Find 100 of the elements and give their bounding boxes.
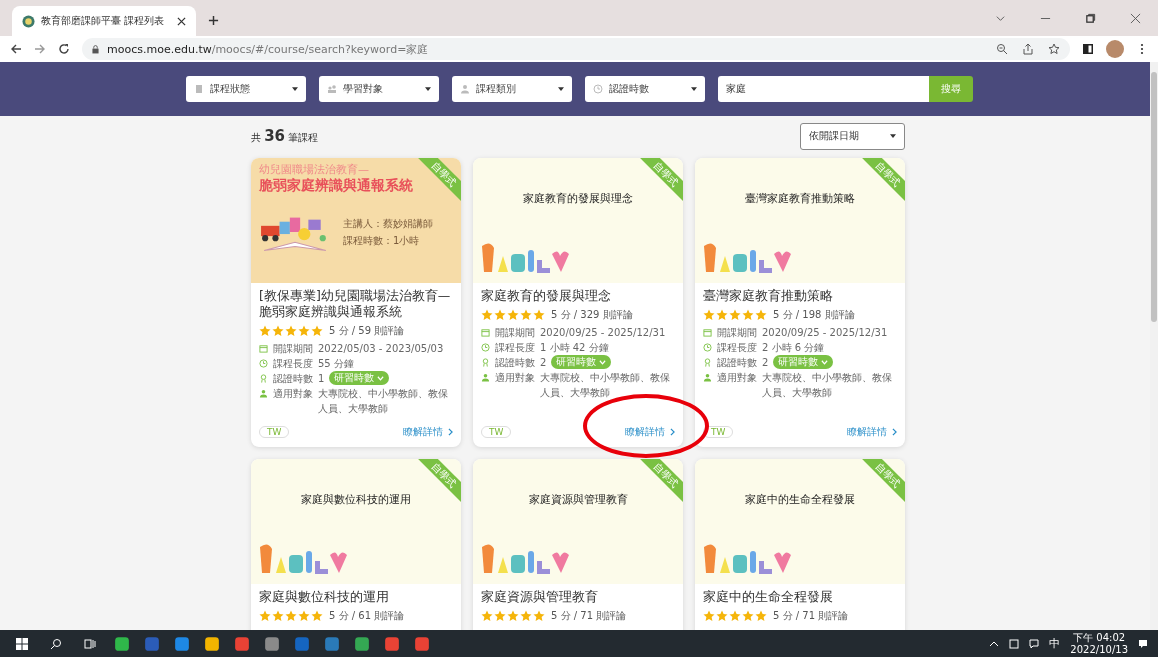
chevron-right-icon[interactable]	[892, 428, 897, 436]
course-card[interactable]: 臺灣家庭教育推動策略 自學式 臺灣家庭教育推動策略 5 分 / 198 則評論 開課期間 2020/09/25 - 2025/12/31 課程長度 2 小時 6 分鐘 認證時數 2 研習時數 適用對象 大專院校、中小學教師、教保人員、大學教師 TW 瞭解詳情	[695, 158, 905, 447]
input-method-indicator[interactable]: 中	[1049, 636, 1061, 651]
address-bar[interactable]: moocs.moe.edu.tw/moocs/#/course/search?keyword=家庭	[82, 38, 1070, 60]
star-icon	[729, 309, 741, 321]
info-label: 適用對象	[273, 387, 313, 401]
chevron-right-icon[interactable]	[448, 428, 453, 436]
star-icon	[742, 309, 754, 321]
course-card[interactable]: 家庭教育的發展與理念 自學式 家庭教育的發展與理念 5 分 / 329 則評論 開課期間 2020/09/25 - 2025/12/31 課程長度 1 小時 42 分鐘 認證時數 2 研習時數 適用對象 大專院校、中小學教師、教保人員、大學教師 TW 瞭解詳情	[473, 158, 683, 447]
cover-title: 臺灣家庭教育推動策略	[745, 192, 855, 206]
windows-logo-icon[interactable]	[16, 637, 28, 650]
app-icon[interactable]	[384, 635, 400, 652]
restore-icon[interactable]	[1085, 13, 1096, 24]
star-icon	[507, 309, 519, 321]
course-title[interactable]: 家庭資源與管理教育	[481, 589, 675, 605]
new-tab-icon[interactable]	[208, 15, 219, 26]
info-value: 1 小時 42 分鐘	[540, 341, 609, 355]
rating-text: 5 分 / 71 則評論	[773, 609, 849, 623]
star-icon	[494, 610, 506, 622]
star-outline-icon[interactable]	[1048, 43, 1060, 55]
cover-title: 家庭資源與管理教育	[528, 493, 628, 507]
app-icon[interactable]	[354, 635, 370, 652]
app-icon[interactable]	[414, 635, 430, 652]
site-logo-icon	[22, 14, 35, 28]
course-title[interactable]: 家庭中的生命全程發展	[703, 589, 897, 605]
info-value: 2	[762, 356, 769, 370]
filter-dropdown[interactable]: 學習對象	[318, 76, 439, 102]
info-value: 1	[318, 372, 325, 386]
reload-icon[interactable]	[58, 43, 70, 55]
scrollbar[interactable]	[1150, 62, 1158, 630]
cover-title: 幼兒園職場法治教育—	[259, 162, 369, 177]
back-arrow-icon[interactable]	[10, 43, 22, 55]
star-icon	[298, 610, 310, 622]
course-card[interactable]: 家庭中的生命全程發展 自學式 家庭中的生命全程發展 5 分 / 71 則評論	[695, 459, 905, 630]
filter-dropdown[interactable]: 課程類別	[451, 76, 572, 102]
info-icon	[481, 373, 490, 382]
cover-title: 家庭教育的發展與理念	[523, 192, 633, 206]
notification-icon[interactable]	[1138, 638, 1148, 649]
star-icon	[755, 309, 767, 321]
app-icon[interactable]	[324, 635, 340, 652]
rating-text: 5 分 / 198 則評論	[773, 308, 855, 322]
course-card[interactable]: 家庭與數位科技的運用 自學式 家庭與數位科技的運用 5 分 / 61 則評論	[251, 459, 461, 630]
sort-dropdown[interactable]: 依開課日期	[800, 122, 905, 150]
info-label: 認證時數	[717, 356, 757, 370]
info-value: 2	[540, 356, 547, 370]
info-value: 大專院校、中小學教師、教保人員、大學教師	[762, 371, 893, 400]
star-icon	[716, 309, 728, 321]
details-link[interactable]: 瞭解詳情	[625, 425, 665, 439]
star-icon	[533, 610, 545, 622]
search-icon[interactable]	[50, 637, 62, 650]
filter-dropdown[interactable]: 課程狀態	[185, 76, 306, 102]
info-value: 大專院校、中小學教師、教保人員、大學教師	[540, 371, 671, 400]
tray-icon[interactable]	[1009, 638, 1020, 649]
info-label: 開課期間	[495, 326, 535, 340]
course-title[interactable]: 家庭與數位科技的運用	[259, 589, 453, 605]
course-title[interactable]: [教保專業]幼兒園職場法治教育—脆弱家庭辨識與通報系統	[259, 288, 453, 320]
scrollbar-thumb[interactable]	[1151, 72, 1157, 322]
star-icon	[311, 610, 323, 622]
filter-icon	[193, 84, 204, 94]
info-icon	[259, 344, 268, 353]
app-icon[interactable]	[204, 635, 220, 652]
app-icon[interactable]	[174, 635, 190, 652]
info-label: 開課期間	[717, 326, 757, 340]
zoom-icon[interactable]	[996, 43, 1008, 55]
star-icon	[533, 309, 545, 321]
chevron-right-icon[interactable]	[670, 428, 675, 436]
close-icon[interactable]	[177, 16, 186, 26]
filter-dropdown[interactable]: 認證時數	[584, 76, 705, 102]
details-link[interactable]: 瞭解詳情	[403, 425, 443, 439]
course-card[interactable]: 家庭資源與管理教育 自學式 家庭資源與管理教育 5 分 / 71 則評論	[473, 459, 683, 630]
caret-icon	[424, 87, 431, 91]
caret-icon	[821, 360, 829, 365]
forward-arrow-icon[interactable]	[34, 43, 46, 55]
info-icon	[259, 359, 268, 368]
app-icon[interactable]	[114, 635, 130, 652]
chevron-down-icon[interactable]	[995, 13, 1006, 24]
star-icon	[272, 610, 284, 622]
details-link[interactable]: 瞭解詳情	[847, 425, 887, 439]
info-label: 認證時數	[495, 356, 535, 370]
info-value: 2 小時 6 分鐘	[762, 341, 825, 355]
clock[interactable]: 下午 04:02 2022/10/13	[1070, 631, 1128, 656]
result-count: 共 36 筆課程	[251, 127, 319, 145]
cover-subtitle: 脆弱家庭辨識與通報系統	[259, 177, 413, 195]
search-field[interactable]: 家庭	[717, 76, 929, 102]
course-title[interactable]: 臺灣家庭教育推動策略	[703, 288, 897, 304]
speech-bubble-icon[interactable]	[1029, 638, 1040, 649]
star-icon	[298, 325, 310, 337]
app-icon[interactable]	[264, 635, 280, 652]
share-icon[interactable]	[1022, 43, 1034, 55]
course-card[interactable]: 幼兒園職場法治教育— 脆弱家庭辨識與通報系統 主講人：蔡妙娟講師 課程時數：1小時 自學式 [教保專業]幼兒園職場法治教育—脆弱家庭辨識與通報系統 5 分 / 59 則評論 開課期間 2022/05/03 - 2023/05/03 課程長度 55 分鐘 認證時數 1 研習時數 適用對象 大專院校、中小學教師、教保人員、大學教師 TW 瞭解詳情	[251, 158, 461, 447]
star-icon	[259, 325, 271, 337]
app-icon[interactable]	[234, 635, 250, 652]
task-view-icon[interactable]	[84, 637, 96, 650]
browser-tab[interactable]: 教育部磨課師平臺 課程列表	[12, 6, 196, 36]
side-panel-icon[interactable]	[1082, 43, 1094, 55]
caret-icon	[557, 87, 564, 91]
filter-icon	[459, 84, 470, 94]
info-icon	[481, 358, 490, 367]
profile-avatar[interactable]	[1106, 40, 1124, 58]
course-title[interactable]: 家庭教育的發展與理念	[481, 288, 675, 304]
